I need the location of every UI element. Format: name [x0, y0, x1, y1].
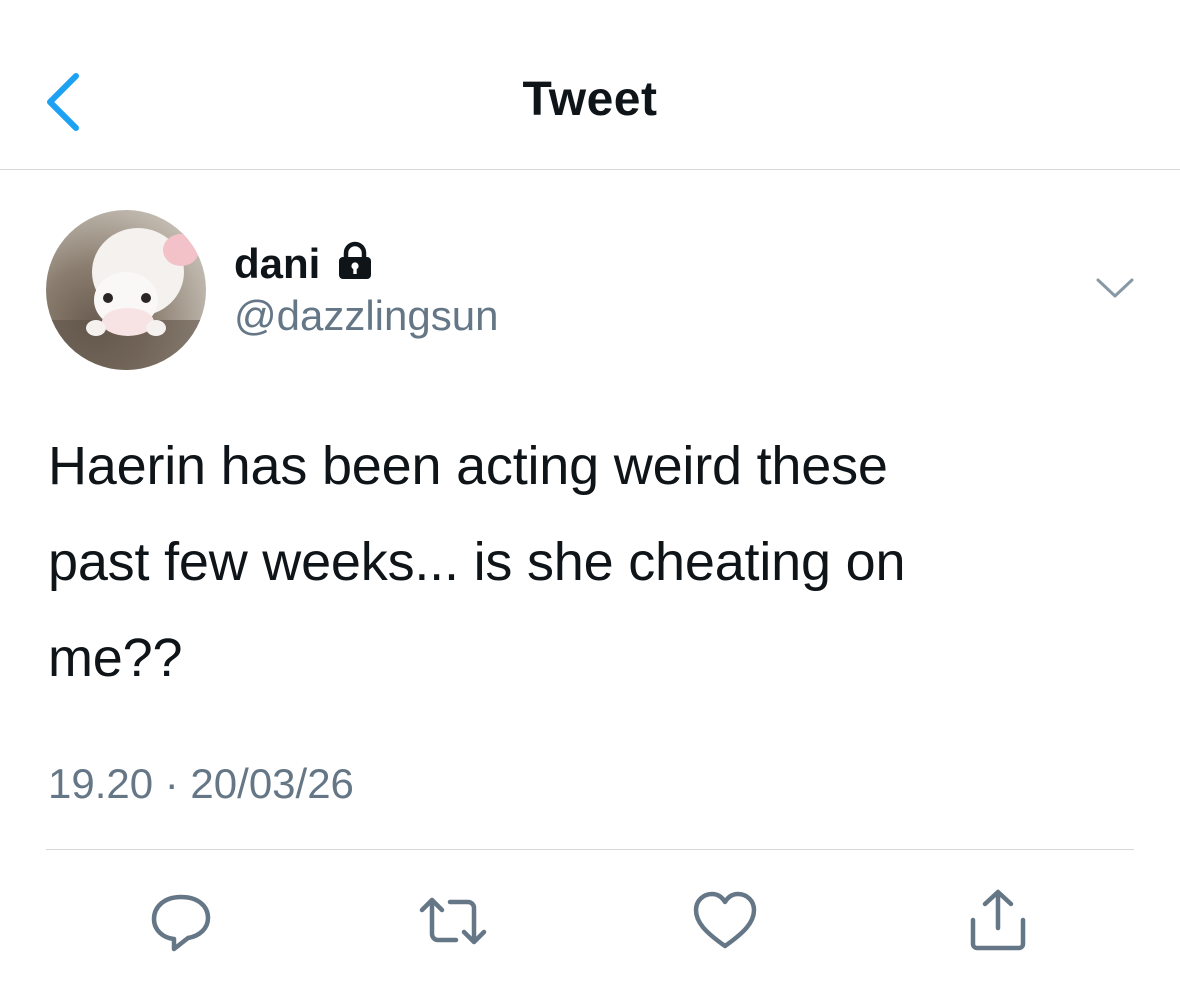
tweet-text-line: past few weeks... is she cheating on — [48, 532, 906, 592]
tweet-timestamp[interactable]: 19.20 · 20/03/26 — [48, 760, 354, 808]
chevron-down-icon — [1096, 278, 1134, 298]
reply-icon — [151, 894, 211, 952]
divider — [46, 849, 1134, 850]
author-name[interactable]: dani — [234, 236, 376, 292]
author-handle[interactable]: @dazzlingsun — [234, 292, 498, 340]
lock-icon — [334, 240, 376, 292]
heart-icon — [693, 891, 757, 949]
tweet-menu-button[interactable] — [1090, 268, 1140, 308]
tweet-text-line: Haerin has been acting weird these — [48, 436, 888, 496]
header-bar: Tweet — [0, 0, 1180, 170]
avatar[interactable] — [46, 210, 206, 370]
retweet-icon — [419, 897, 487, 945]
author-display-name: dani — [234, 240, 321, 287]
share-button[interactable] — [963, 886, 1033, 956]
reply-button[interactable] — [146, 886, 216, 956]
retweet-button[interactable] — [418, 886, 488, 956]
share-icon — [970, 889, 1026, 951]
like-button[interactable] — [690, 886, 760, 956]
tweet-text-line: me?? — [48, 628, 183, 688]
avatar-image — [46, 228, 206, 370]
page-title: Tweet — [522, 73, 658, 126]
tweet-text: Haerin has been acting weird these past … — [48, 418, 1138, 706]
